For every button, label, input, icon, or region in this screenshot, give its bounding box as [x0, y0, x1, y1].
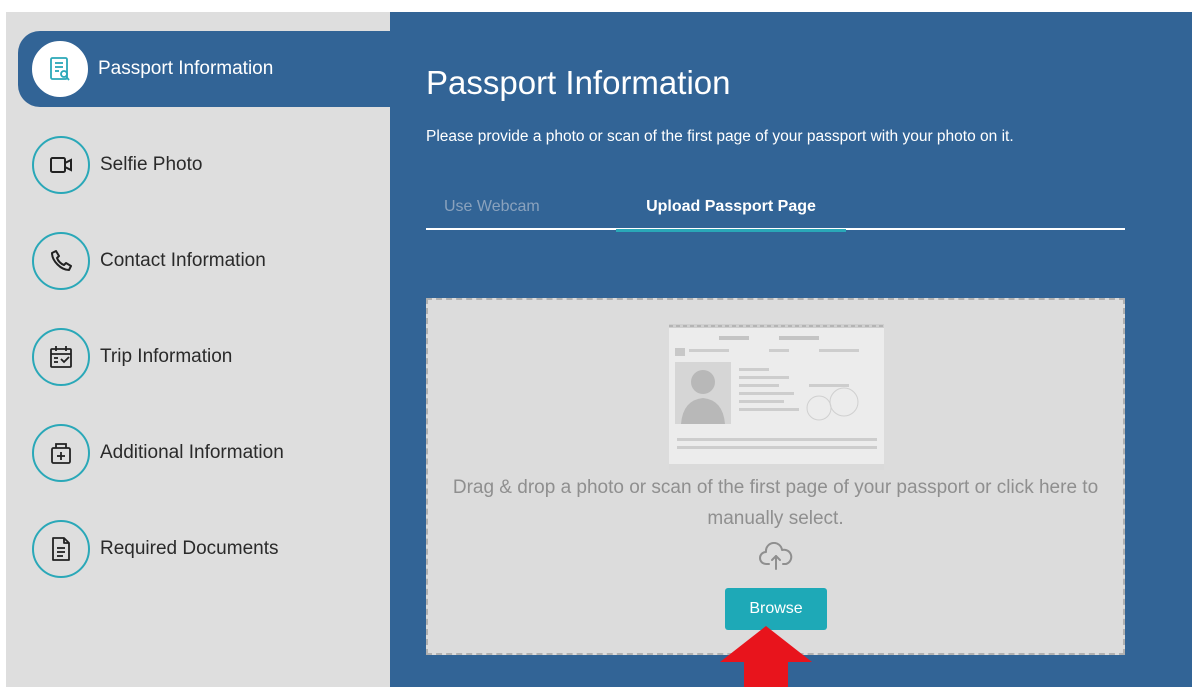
phone-icon	[32, 232, 90, 290]
sidebar-item-required-documents[interactable]: Required Documents	[18, 511, 390, 587]
page-title: Passport Information	[426, 64, 731, 101]
sidebar-item-additional-information[interactable]: Additional Information	[18, 415, 390, 491]
camera-icon	[32, 136, 90, 194]
sidebar-item-trip-information[interactable]: Trip Information	[18, 319, 390, 395]
passport-dropzone[interactable]: Drag & drop a photo or scan of the first…	[426, 298, 1125, 655]
sidebar-item-label: Contact Information	[100, 250, 266, 271]
sidebar-item-label: Passport Information	[98, 58, 274, 79]
sidebar-item-label: Additional Information	[100, 442, 284, 463]
sidebar-item-label: Trip Information	[100, 346, 233, 367]
passport-sample-image	[669, 324, 884, 470]
sidebar-item-label: Selfie Photo	[100, 154, 203, 175]
tab-upload-passport-page[interactable]: Upload Passport Page	[616, 184, 846, 232]
tab-use-webcam[interactable]: Use Webcam	[426, 184, 616, 230]
document-icon	[32, 520, 90, 578]
main-panel: Passport Information Please provide a ph…	[390, 12, 1192, 687]
red-pointer-arrow	[720, 626, 812, 687]
sidebar-item-label: Required Documents	[100, 538, 279, 559]
sidebar-item-contact-information[interactable]: Contact Information	[18, 223, 390, 299]
medical-kit-icon	[32, 424, 90, 482]
page-subtitle: Please provide a photo or scan of the fi…	[426, 128, 1014, 145]
sidebar-item-passport-information[interactable]: Passport Information	[18, 31, 390, 107]
app-frame: Passport Information Selfie Photo Contac…	[6, 12, 1192, 687]
browse-button[interactable]: Browse	[725, 588, 827, 630]
passport-doc-icon	[32, 41, 88, 97]
tab-bar: Use Webcam Upload Passport Page	[426, 184, 1125, 232]
dropzone-instruction: Drag & drop a photo or scan of the first…	[452, 477, 1099, 529]
sidebar-item-selfie-photo[interactable]: Selfie Photo	[18, 127, 390, 203]
calendar-icon	[32, 328, 90, 386]
cloud-upload-icon	[759, 542, 793, 570]
sidebar: Passport Information Selfie Photo Contac…	[6, 12, 390, 687]
